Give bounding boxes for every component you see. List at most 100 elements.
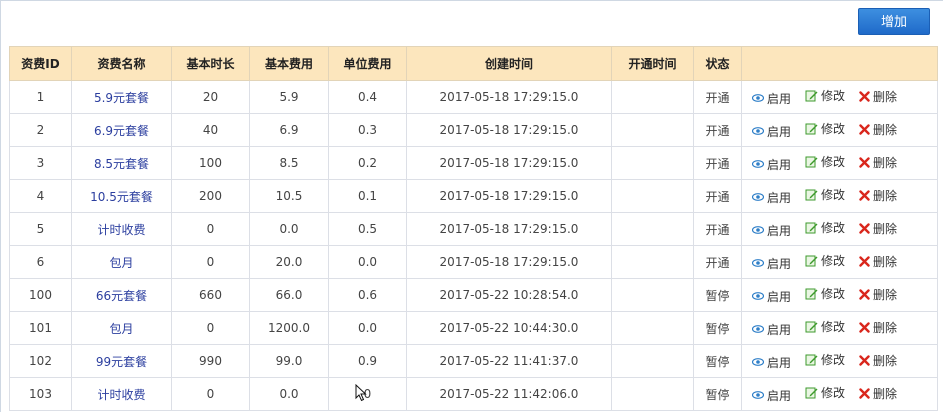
cell-base-fee: 1200.0 xyxy=(249,311,329,345)
fee-name-link[interactable]: 包月 xyxy=(109,322,133,336)
cell-base-fee: 99.0 xyxy=(249,344,329,378)
delete-x-icon xyxy=(859,289,870,300)
fee-name-link[interactable]: 6.9元套餐 xyxy=(94,124,149,138)
cell-status: 开通 xyxy=(693,113,742,147)
cell-name[interactable]: 包月 xyxy=(71,311,172,345)
cell-created: 2017-05-22 10:28:54.0 xyxy=(406,278,612,312)
delete-button[interactable]: 删除 xyxy=(859,88,897,105)
enable-button[interactable]: 启用 xyxy=(752,156,791,173)
edit-label: 修改 xyxy=(821,353,846,368)
cell-status: 开通 xyxy=(693,80,742,114)
delete-label: 删除 xyxy=(873,90,898,105)
cell-id: 3 xyxy=(9,146,72,180)
cell-opened xyxy=(611,212,694,246)
enable-label: 启用 xyxy=(767,388,792,403)
cell-created: 2017-05-18 17:29:15.0 xyxy=(406,245,612,279)
cell-actions: 启用 修改 删除 xyxy=(741,212,938,246)
cell-name[interactable]: 计时收费 xyxy=(71,212,172,246)
fee-name-link[interactable]: 99元套餐 xyxy=(96,355,147,369)
enable-button[interactable]: 启用 xyxy=(752,90,791,107)
enable-button[interactable]: 启用 xyxy=(752,189,791,206)
cell-created: 2017-05-22 11:41:37.0 xyxy=(406,344,612,378)
cell-opened xyxy=(611,377,694,411)
delete-button[interactable]: 删除 xyxy=(859,154,897,171)
edit-button[interactable]: 修改 xyxy=(805,351,845,368)
delete-button[interactable]: 删除 xyxy=(859,253,897,270)
cell-duration: 0 xyxy=(171,377,250,411)
cell-base-fee: 5.9 xyxy=(249,80,329,114)
edit-button[interactable]: 修改 xyxy=(805,153,845,170)
cell-name[interactable]: 包月 xyxy=(71,245,172,279)
cell-unit-fee: 0.5 xyxy=(328,212,407,246)
edit-icon xyxy=(805,189,818,201)
fee-name-link[interactable]: 5.9元套餐 xyxy=(94,91,149,105)
cell-name[interactable]: 99元套餐 xyxy=(71,344,172,378)
cell-actions: 启用 修改 删除 xyxy=(741,245,938,279)
add-button[interactable]: 增加 xyxy=(858,8,930,35)
enable-button[interactable]: 启用 xyxy=(752,255,791,272)
delete-label: 删除 xyxy=(873,354,898,369)
enable-button[interactable]: 启用 xyxy=(752,321,791,338)
delete-x-icon xyxy=(859,388,870,399)
enable-label: 启用 xyxy=(767,157,792,172)
cell-unit-fee: 0.3 xyxy=(328,113,407,147)
cell-duration: 100 xyxy=(171,146,250,180)
fee-name-link[interactable]: 10.5元套餐 xyxy=(90,190,153,204)
cell-status: 开通 xyxy=(693,212,742,246)
cell-duration: 990 xyxy=(171,344,250,378)
delete-button[interactable]: 删除 xyxy=(859,319,897,336)
edit-label: 修改 xyxy=(821,320,846,335)
edit-button[interactable]: 修改 xyxy=(805,285,845,302)
edit-button[interactable]: 修改 xyxy=(805,219,845,236)
delete-x-icon xyxy=(859,190,870,201)
edit-label: 修改 xyxy=(821,89,846,104)
edit-button[interactable]: 修改 xyxy=(805,252,845,269)
table-row: 103 计时收费 0 0.0 0 2017-05-22 11:42:06.0 暂停 启用 修改删… xyxy=(9,377,938,411)
fee-name-link[interactable]: 包月 xyxy=(109,256,133,270)
enable-button[interactable]: 启用 xyxy=(752,222,791,239)
edit-button[interactable]: 修改 xyxy=(805,186,845,203)
edit-button[interactable]: 修改 xyxy=(805,318,845,335)
cell-name[interactable]: 6.9元套餐 xyxy=(71,113,172,147)
cell-name[interactable]: 66元套餐 xyxy=(71,278,172,312)
delete-button[interactable]: 删除 xyxy=(859,352,897,369)
fee-name-link[interactable]: 计时收费 xyxy=(97,223,145,237)
edit-icon xyxy=(805,90,818,102)
cell-name[interactable]: 5.9元套餐 xyxy=(71,80,172,114)
delete-button[interactable]: 删除 xyxy=(859,385,897,402)
enable-button[interactable]: 启用 xyxy=(752,354,791,371)
delete-button[interactable]: 删除 xyxy=(859,187,897,204)
enable-label: 启用 xyxy=(767,289,792,304)
cell-status: 暂停 xyxy=(693,344,742,378)
delete-button[interactable]: 删除 xyxy=(859,220,897,237)
fee-name-link[interactable]: 66元套餐 xyxy=(96,289,147,303)
cell-name[interactable]: 计时收费 xyxy=(71,377,172,411)
delete-label: 删除 xyxy=(873,288,898,303)
edit-label: 修改 xyxy=(821,155,846,170)
enable-button[interactable]: 启用 xyxy=(752,123,791,140)
delete-button[interactable]: 删除 xyxy=(859,286,897,303)
edit-button[interactable]: 修改 xyxy=(805,87,845,104)
cell-base-fee: 8.5 xyxy=(249,146,329,180)
fee-name-link[interactable]: 计时收费 xyxy=(97,388,145,402)
cell-opened xyxy=(611,146,694,180)
cell-unit-fee: 0.4 xyxy=(328,80,407,114)
delete-button[interactable]: 删除 xyxy=(859,121,897,138)
edit-label: 修改 xyxy=(821,221,846,236)
cell-id: 101 xyxy=(9,311,72,345)
cell-name[interactable]: 10.5元套餐 xyxy=(71,179,172,213)
fee-name-link[interactable]: 8.5元套餐 xyxy=(94,157,149,171)
delete-x-icon xyxy=(859,223,870,234)
cell-status: 暂停 xyxy=(693,278,742,312)
cell-base-fee: 66.0 xyxy=(249,278,329,312)
cell-id: 2 xyxy=(9,113,72,147)
cell-name[interactable]: 8.5元套餐 xyxy=(71,146,172,180)
table-row: 102 99元套餐 990 99.0 0.9 2017-05-22 11:41:37.0 暂… xyxy=(9,344,938,378)
edit-button[interactable]: 修改 xyxy=(805,120,845,137)
delete-x-icon xyxy=(859,256,870,267)
enable-label: 启用 xyxy=(767,322,792,337)
enable-label: 启用 xyxy=(767,91,792,106)
enable-button[interactable]: 启用 xyxy=(752,288,791,305)
enable-button[interactable]: 启用 xyxy=(752,387,791,404)
edit-button[interactable]: 修改 xyxy=(805,384,845,401)
